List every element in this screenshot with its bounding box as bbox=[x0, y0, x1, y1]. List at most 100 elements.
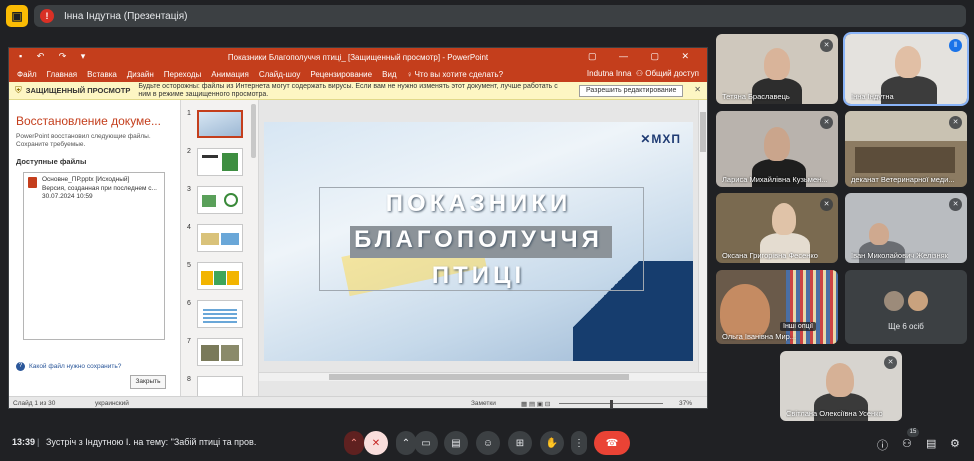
video-options-chevron-icon[interactable]: ⌃ bbox=[396, 431, 416, 455]
participant-tile[interactable]: ✕ Тетяна Браславець bbox=[716, 34, 838, 104]
thumbnail-image bbox=[197, 262, 243, 290]
thumbnail-slide[interactable]: 8 bbox=[187, 376, 253, 396]
mic-off-icon: ✕ bbox=[884, 356, 897, 369]
ribbon-tab-review[interactable]: Рецензирование bbox=[310, 70, 372, 79]
ppt-user-area[interactable]: Indutna Inna ⚇ Общий доступ bbox=[587, 69, 699, 78]
speaking-indicator-icon: ⦀ bbox=[949, 39, 962, 52]
emoji-button[interactable]: ☺ bbox=[476, 431, 500, 455]
captions-button[interactable]: ▤ bbox=[444, 431, 468, 455]
participant-name: Світлана Олексіївна Усенко bbox=[786, 409, 883, 418]
slide-horizontal-scrollbar[interactable] bbox=[259, 372, 707, 381]
leave-call-button[interactable]: ☎ bbox=[594, 431, 630, 455]
raise-hand-button[interactable]: ✋ bbox=[540, 431, 564, 455]
thumbnail-image bbox=[197, 224, 243, 252]
chat-icon[interactable]: ▤ bbox=[926, 437, 936, 450]
participant-video bbox=[869, 223, 889, 245]
participant-video bbox=[772, 203, 796, 235]
ribbon-tab-transitions[interactable]: Переходы bbox=[164, 70, 202, 79]
ribbon-tab-file[interactable]: Файл bbox=[17, 70, 37, 79]
thumbnail-number: 8 bbox=[187, 376, 191, 383]
participant-tile[interactable]: ✕ Світлана Олексіївна Усенко bbox=[780, 351, 902, 421]
thumbnail-slide[interactable]: 3 bbox=[187, 186, 253, 222]
mhp-logo: ✕МХП bbox=[640, 132, 681, 146]
scroll-thumb[interactable] bbox=[329, 374, 629, 380]
participant-tile[interactable]: ✕ деканат Ветеринарної меди... bbox=[845, 111, 967, 187]
ribbon-tab-insert[interactable]: Вставка bbox=[87, 70, 117, 79]
recovered-file-list[interactable]: Основне_ПР.pptx [Исходный] Версия, созда… bbox=[23, 172, 165, 340]
which-file-link[interactable]: ? Какой файл нужно сохранить? bbox=[16, 362, 121, 371]
separator: | bbox=[37, 437, 40, 447]
participant-name: Тетяна Браславець bbox=[722, 92, 790, 101]
meet-app-icon[interactable]: ▣ bbox=[6, 5, 28, 27]
mic-off-button[interactable]: ✕ bbox=[364, 431, 388, 455]
participant-tile[interactable]: ✕ Іван Миколайович Желізняк bbox=[845, 193, 967, 263]
view-buttons-icon[interactable]: ▦ ▤ ▣ ⊟ bbox=[521, 400, 550, 408]
slide-canvas: ✕МХП ПОКАЗНИКИ БЛАГОПОЛУЧЧЯ ПТИЦІ bbox=[259, 100, 707, 396]
recovery-close-button[interactable]: Закрыть bbox=[130, 375, 166, 389]
zoom-level[interactable]: 37% bbox=[679, 400, 692, 407]
ribbon-tab-animation[interactable]: Анимация bbox=[211, 70, 249, 79]
participant-tile[interactable]: ✕ Оксана Григорівна Фесенко bbox=[716, 193, 838, 263]
thumbnail-slide[interactable]: 1 bbox=[187, 110, 253, 146]
participant-tile-overflow[interactable]: Ще 6 осіб bbox=[845, 270, 967, 344]
participant-name: деканат Ветеринарної меди... bbox=[851, 175, 955, 184]
thumbnail-slide[interactable]: 2 bbox=[187, 148, 253, 184]
recovered-file-name[interactable]: Основне_ПР.pptx [Исходный] bbox=[42, 176, 160, 185]
window-controls-icon[interactable]: ▢ — ▢ ✕ bbox=[588, 51, 699, 62]
participant-tile[interactable]: ✕ Лариса Михайлівна Кузьмен... bbox=[716, 111, 838, 187]
participant-video bbox=[845, 111, 967, 141]
camera-button[interactable]: ▭ bbox=[414, 431, 438, 455]
help-icon: ? bbox=[16, 362, 25, 371]
ribbon-tab-design[interactable]: Дизайн bbox=[127, 70, 154, 79]
zoom-slider-knob[interactable] bbox=[610, 400, 613, 408]
ppt-title-bar: ▪ ↶ ↷ ▾ Показники Благополуччя птиці_ [З… bbox=[9, 48, 707, 66]
document-recovery-pane: Восстановление докуме... PowerPoint восс… bbox=[9, 100, 181, 396]
thumbnail-image bbox=[197, 186, 243, 214]
language-indicator[interactable]: украинский bbox=[95, 400, 129, 407]
presenter-alert-icon: ! bbox=[40, 9, 54, 23]
ribbon-tab-view[interactable]: Вид bbox=[382, 70, 396, 79]
mic-off-icon: ✕ bbox=[820, 39, 833, 52]
participant-name: Іван Миколайович Желізняк bbox=[851, 251, 948, 260]
avatar bbox=[883, 290, 905, 312]
recovered-file-desc: Версия, созданная при последнем с... bbox=[42, 184, 157, 192]
slide-vertical-scrollbar[interactable] bbox=[698, 100, 707, 372]
lightbulb-icon: ♀ bbox=[406, 69, 413, 79]
participant-tile[interactable]: ⦀ Інна Індутна bbox=[843, 32, 969, 106]
mic-off-icon: ✕ bbox=[949, 198, 962, 211]
tell-me-box[interactable]: Что вы хотите сделать? bbox=[415, 70, 503, 79]
close-icon[interactable]: ✕ bbox=[694, 85, 701, 94]
overflow-avatars bbox=[883, 290, 929, 312]
mic-off-icon: ✕ bbox=[820, 198, 833, 211]
ribbon-tab-home[interactable]: Главная bbox=[47, 70, 77, 79]
thumbnail-slide[interactable]: 4 bbox=[187, 224, 253, 260]
people-icon[interactable]: ⚇ bbox=[902, 437, 912, 450]
scroll-thumb[interactable] bbox=[700, 112, 706, 152]
participant-count-badge: 15 bbox=[907, 428, 919, 437]
thumbnail-slide[interactable]: 7 bbox=[187, 338, 253, 374]
presenter-banner[interactable]: ! Інна Індутна (Презентація) bbox=[34, 5, 966, 27]
activities-icon[interactable]: ⚙ bbox=[950, 437, 960, 450]
thumbnail-slide[interactable]: 6 bbox=[187, 300, 253, 336]
present-button[interactable]: ⊞ bbox=[508, 431, 532, 455]
info-icon[interactable]: ⓘ bbox=[877, 437, 888, 453]
more-people-label: Ще 6 осіб bbox=[888, 322, 924, 331]
ppt-user-name: Indutna Inna bbox=[586, 69, 632, 78]
audio-options-chevron-icon[interactable]: ⌃ bbox=[344, 431, 364, 455]
thumbnail-slide[interactable]: 5 bbox=[187, 262, 253, 298]
presenter-name: Інна Індутна (Презентація) bbox=[64, 10, 188, 22]
slide-counter: Слайд 1 из 30 bbox=[13, 400, 56, 407]
current-slide[interactable]: ✕МХП ПОКАЗНИКИ БЛАГОПОЛУЧЧЯ ПТИЦІ bbox=[264, 122, 693, 361]
participant-tile[interactable]: Ольга Іванівна Мир... bbox=[716, 270, 838, 344]
more-options-label: Інші опції bbox=[780, 322, 817, 331]
enable-editing-button[interactable]: Разрешить редактирование bbox=[579, 85, 684, 97]
thumbnail-scrollbar[interactable] bbox=[251, 104, 256, 158]
participant-video bbox=[895, 46, 921, 78]
participant-name: Інна Індутна bbox=[851, 92, 894, 101]
share-button[interactable]: Общий доступ bbox=[645, 69, 699, 78]
thumbnail-image bbox=[197, 338, 243, 366]
more-options-icon[interactable]: ⋮ bbox=[571, 431, 587, 455]
ribbon-tab-slideshow[interactable]: Слайд-шоу bbox=[259, 70, 300, 79]
thumbnail-number: 1 bbox=[187, 110, 191, 117]
notes-button[interactable]: Заметки bbox=[471, 400, 496, 407]
